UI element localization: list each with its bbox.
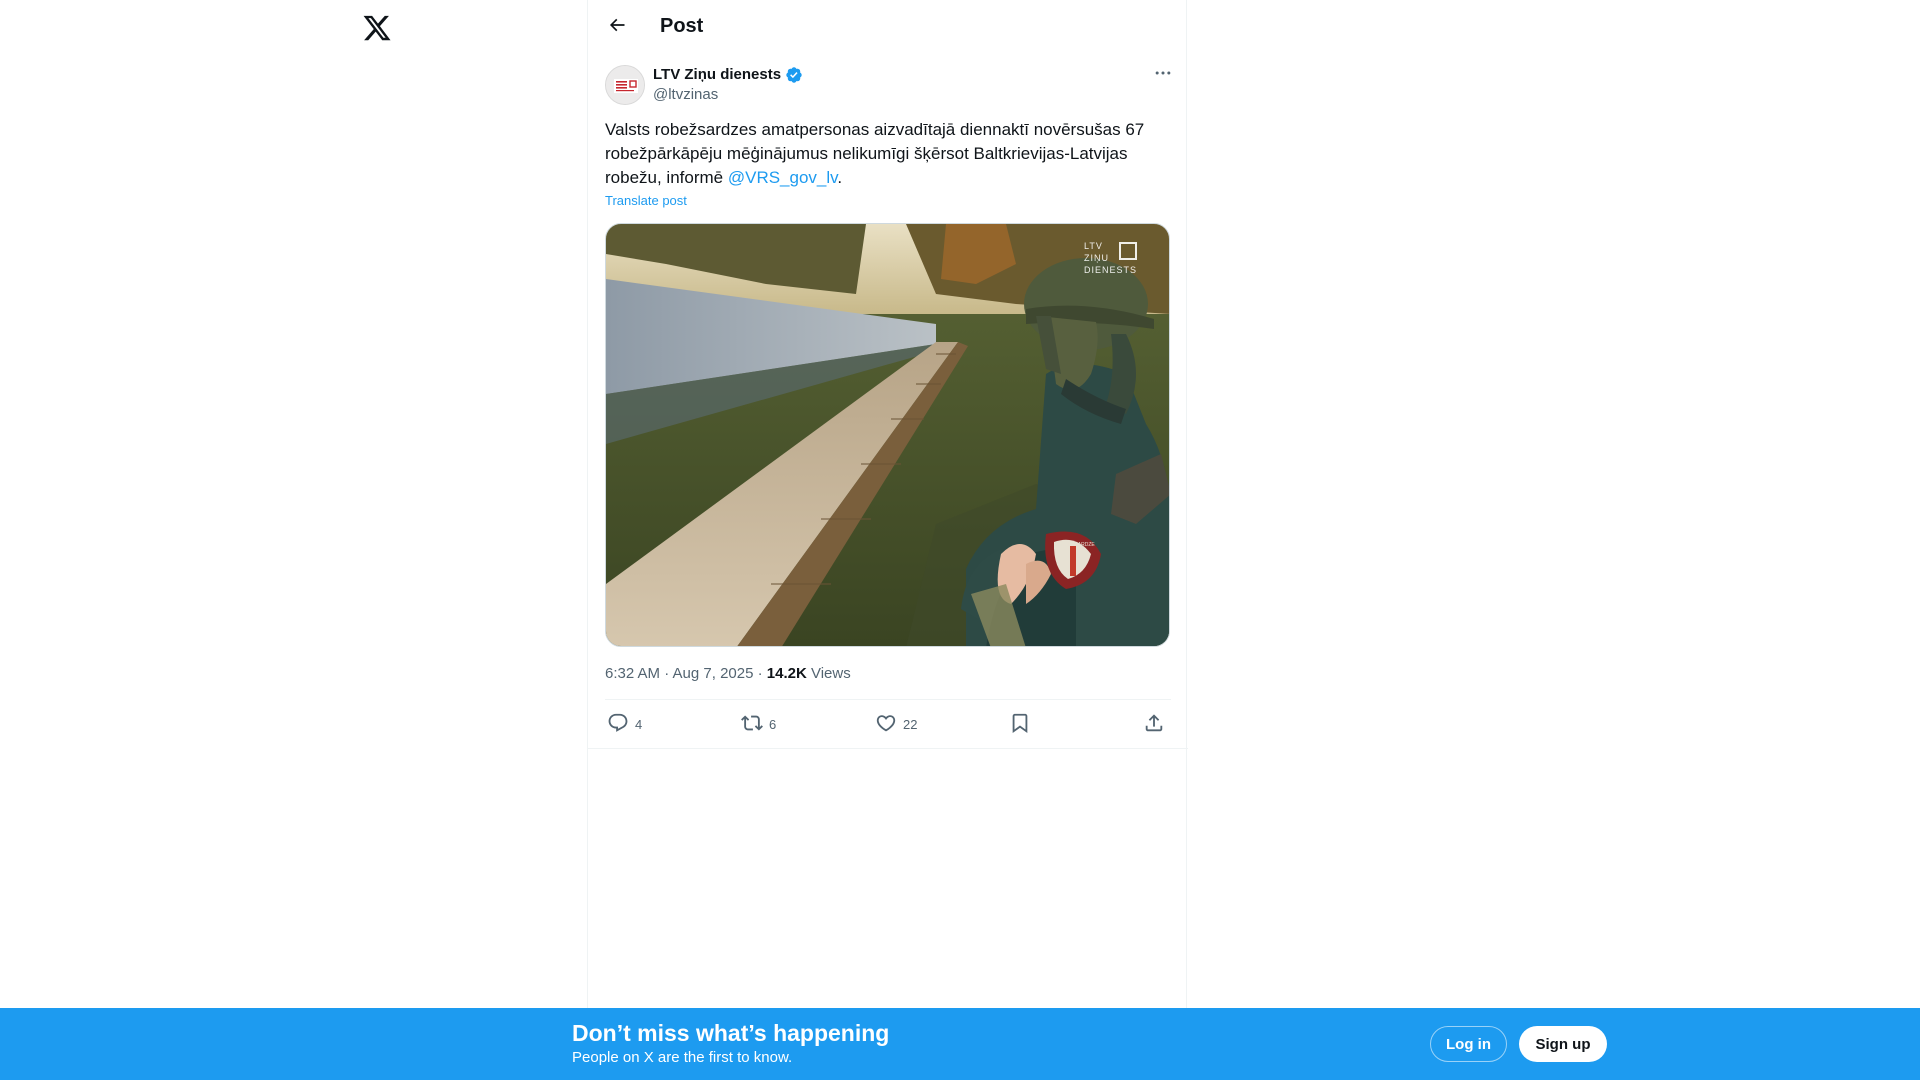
- back-arrow-icon: [607, 15, 627, 40]
- repost-count: 6: [769, 716, 777, 732]
- author-name[interactable]: LTV Ziņu dienests: [653, 65, 803, 85]
- primary-column: Post LTV Ziņu dienests @ltvzinas Valsts …: [587, 0, 1188, 1080]
- author-handle[interactable]: @ltvzinas: [653, 85, 718, 105]
- divider: [588, 748, 1188, 749]
- views-count: 14.2K: [766, 665, 807, 682]
- signup-banner: [0, 1008, 1920, 1080]
- author-name-label: LTV Ziņu dienests: [653, 66, 782, 83]
- post-text-end: .: [837, 168, 843, 187]
- post-text-body: Valsts robežsardzes amatpersonas aizvadī…: [605, 120, 1145, 187]
- banner-subtitle: People on X are the first to know.: [572, 1049, 793, 1066]
- meta-separator: ·: [753, 665, 767, 682]
- verified-badge-icon: [785, 66, 803, 84]
- post-text: Valsts robežsardzes amatpersonas aizvadī…: [605, 118, 1171, 190]
- reply-icon: [607, 712, 629, 737]
- banner-title: Don’t miss what’s happening: [572, 1020, 890, 1046]
- svg-text:ROBEŽSARDZE: ROBEŽSARDZE: [1057, 540, 1095, 548]
- watermark-line-3: DIENESTS: [1084, 265, 1137, 275]
- like-count: 22: [903, 716, 918, 732]
- share-button[interactable]: [1143, 712, 1165, 736]
- share-icon: [1143, 712, 1165, 737]
- avatar[interactable]: [605, 65, 645, 105]
- login-button[interactable]: Log in: [1430, 1026, 1507, 1062]
- more-button[interactable]: [1148, 62, 1178, 88]
- post-meta: 6:32 AM · Aug 7, 2025 · 14.2K Views: [605, 664, 851, 684]
- like-button[interactable]: 22: [875, 712, 917, 736]
- signup-button[interactable]: Sign up: [1519, 1026, 1607, 1062]
- reply-button[interactable]: 4: [607, 712, 642, 736]
- bookmark-button[interactable]: [1009, 712, 1031, 736]
- top-bar: Post: [588, 0, 1188, 53]
- translate-post-link[interactable]: Translate post: [605, 193, 687, 209]
- repost-button[interactable]: 6: [741, 712, 776, 736]
- page-title: Post: [660, 15, 704, 37]
- mention-link[interactable]: @VRS_gov_lv: [728, 168, 838, 187]
- views-label: Views: [806, 665, 851, 682]
- bookmark-icon: [1009, 712, 1031, 737]
- watermark-line-1: LTV: [1084, 241, 1103, 251]
- x-logo-icon[interactable]: [362, 13, 392, 43]
- like-icon: [875, 712, 897, 737]
- watermark-line-2: ZIŅU: [1084, 253, 1109, 263]
- back-button[interactable]: [600, 10, 634, 44]
- post-image[interactable]: ROBEŽSARDZE LTV ZIŅU DIENESTS: [605, 223, 1170, 647]
- action-bar: 4 6 22: [605, 700, 1171, 748]
- post-timestamp[interactable]: 6:32 AM · Aug 7, 2025: [605, 665, 753, 682]
- repost-icon: [741, 712, 763, 737]
- reply-count: 4: [635, 716, 643, 732]
- more-icon: [1153, 63, 1173, 88]
